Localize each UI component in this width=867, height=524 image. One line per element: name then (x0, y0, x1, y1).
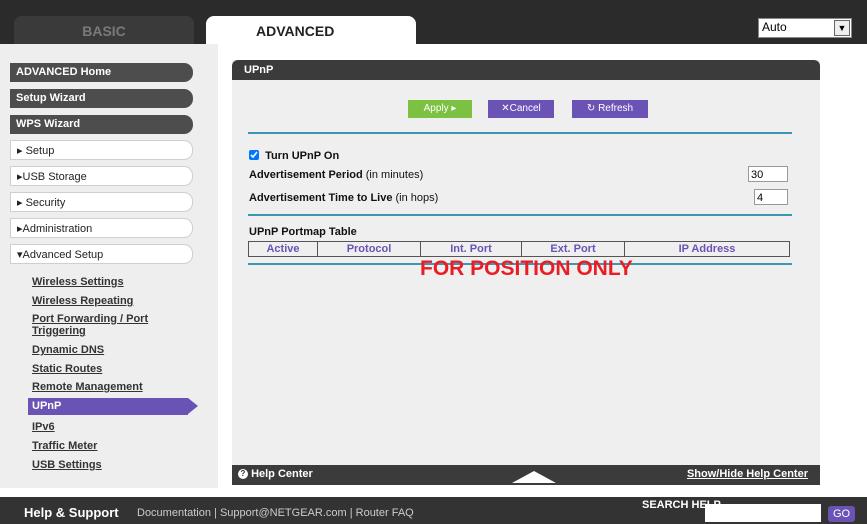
adv-period-unit: (in minutes) (365, 169, 424, 181)
help-support-title: Help & Support (24, 505, 119, 520)
adv-period-input[interactable]: 30 (748, 166, 788, 182)
refresh-button[interactable]: ↻ Refresh (572, 100, 648, 118)
help-support-bar: Help & Support Documentation | Support@N… (0, 497, 867, 524)
sidebar-item-upnp[interactable]: UPnP (28, 398, 198, 415)
sidebar-item-setup[interactable]: ▸ Setup (10, 140, 193, 160)
sidebar: ADVANCED Home Setup Wizard WPS Wizard ▸ … (0, 44, 218, 488)
sidebar-item-wps-wizard[interactable]: WPS Wizard (10, 115, 193, 134)
sidebar-item-static-routes[interactable]: Static Routes (32, 363, 102, 375)
divider (248, 132, 792, 134)
sidebar-item-wireless-repeating[interactable]: Wireless Repeating (32, 295, 133, 307)
sidebar-item-advanced-setup[interactable]: ▾Advanced Setup (10, 244, 193, 264)
tab-basic[interactable]: BASIC (14, 16, 194, 44)
language-select-value: Auto (762, 20, 787, 34)
sidebar-item-security[interactable]: ▸ Security (10, 192, 193, 212)
help-icon: ? (238, 469, 248, 480)
col-int-port: Int. Port (420, 241, 522, 257)
sidebar-item-port-forwarding[interactable]: Port Forwarding / Port Triggering (32, 313, 182, 337)
show-hide-help-center-link[interactable]: Show/Hide Help Center (687, 468, 808, 480)
chevron-down-icon[interactable]: ▼ (834, 20, 850, 36)
main-panel: UPnP Apply ▸ ✕Cancel ↻ Refresh Turn UPnP… (232, 60, 820, 485)
sidebar-item-advanced-home[interactable]: ADVANCED Home (10, 63, 193, 82)
col-ext-port: Ext. Port (521, 241, 625, 257)
turn-upnp-on-row: Turn UPnP On (249, 150, 339, 162)
sidebar-item-dynamic-dns[interactable]: Dynamic DNS (32, 344, 104, 356)
divider (248, 214, 792, 216)
turn-upnp-on-label: Turn UPnP On (265, 150, 340, 162)
sidebar-item-administration[interactable]: ▸Administration (10, 218, 193, 238)
col-protocol: Protocol (317, 241, 421, 257)
col-ip-address: IP Address (624, 241, 790, 257)
adv-ttl-row: Advertisement Time to Live (in hops) (249, 192, 438, 204)
table-header-row: Active Protocol Int. Port Ext. Port IP A… (248, 241, 790, 257)
watermark: FOR POSITION ONLY (420, 257, 633, 280)
sidebar-item-usb-settings[interactable]: USB Settings (32, 459, 102, 471)
help-center-label: Help Center (251, 468, 313, 480)
adv-ttl-unit: (in hops) (395, 192, 439, 204)
col-active: Active (248, 241, 318, 257)
cancel-button[interactable]: ✕Cancel (488, 100, 554, 118)
sidebar-item-wireless-settings[interactable]: Wireless Settings (32, 276, 124, 288)
search-help-input[interactable] (705, 504, 821, 522)
sidebar-item-setup-wizard[interactable]: Setup Wizard (10, 89, 193, 108)
sidebar-item-usb-storage[interactable]: ▸USB Storage (10, 166, 193, 186)
adv-ttl-input[interactable]: 4 (754, 189, 788, 205)
portmap-table: Active Protocol Int. Port Ext. Port IP A… (248, 241, 790, 257)
turn-upnp-on-checkbox[interactable] (249, 150, 259, 160)
adv-period-row: Advertisement Period (in minutes) (249, 169, 423, 181)
language-select[interactable]: Auto ▼ (758, 18, 852, 38)
adv-period-label: Advertisement Period (249, 169, 363, 181)
go-button[interactable]: GO (828, 506, 855, 522)
sidebar-item-traffic-meter[interactable]: Traffic Meter (32, 440, 97, 452)
top-nav-bar: BASIC ADVANCED Auto ▼ (0, 0, 867, 44)
adv-ttl-label: Advertisement Time to Live (249, 192, 393, 204)
tab-advanced[interactable]: ADVANCED (206, 16, 416, 44)
expand-triangle-icon[interactable] (512, 471, 556, 483)
sidebar-item-remote-management[interactable]: Remote Management (32, 381, 143, 393)
help-center-toggle[interactable]: ? Help Center (238, 468, 313, 480)
help-center-bar: ? Help Center Show/Hide Help Center (232, 465, 820, 485)
sidebar-item-ipv6[interactable]: IPv6 (32, 421, 55, 433)
help-support-links[interactable]: Documentation | Support@NETGEAR.com | Ro… (137, 507, 414, 519)
portmap-title: UPnP Portmap Table (249, 226, 357, 238)
apply-button[interactable]: Apply ▸ (408, 100, 472, 118)
page-title: UPnP (232, 60, 820, 80)
portmap-title-row: UPnP Portmap Table (249, 226, 357, 238)
